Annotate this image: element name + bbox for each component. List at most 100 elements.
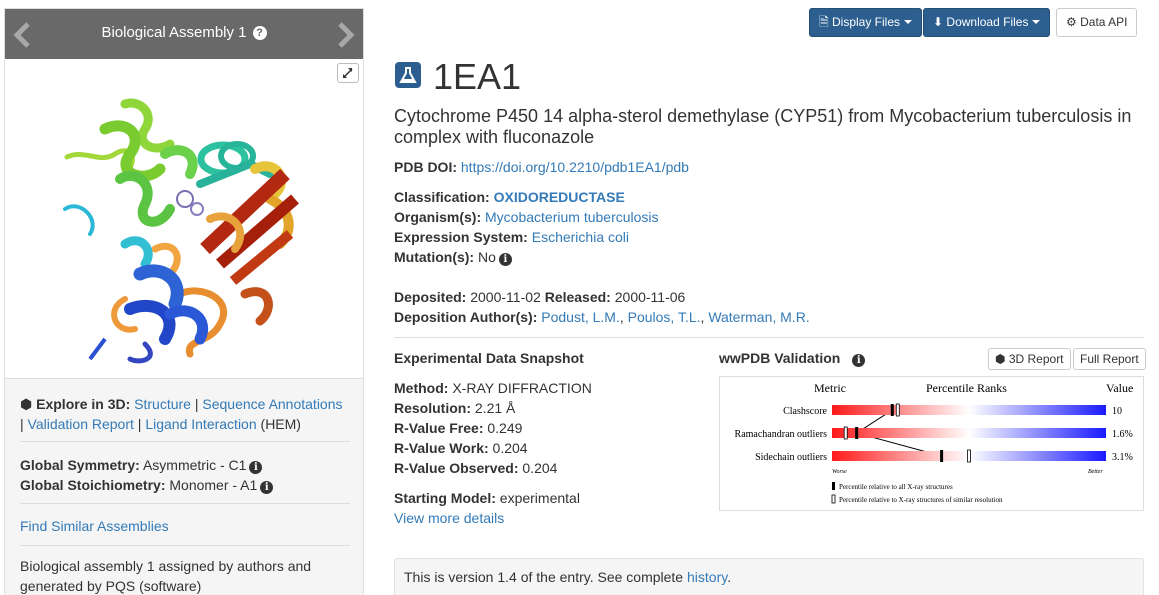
download-icon: ⬇ <box>933 15 944 29</box>
chevron-right-icon[interactable] <box>333 21 357 49</box>
validation-slider-graphic[interactable]: Metric Percentile Ranks Value Clashscore… <box>719 376 1144 511</box>
history-link[interactable]: history <box>687 569 727 585</box>
experimental-heading: Experimental Data Snapshot <box>394 350 584 366</box>
display-files-button[interactable]: 🗎 Display Files <box>809 8 923 37</box>
authors-label: Deposition Author(s): <box>394 309 538 325</box>
marker-similar-resolution <box>967 449 971 463</box>
starting-model-value: experimental <box>499 490 580 506</box>
col-metric-header: Metric <box>814 381 846 395</box>
organism-link[interactable]: Mycobacterium tuberculosis <box>485 209 659 225</box>
classification-link[interactable]: OXIDOREDUCTASE <box>494 189 625 205</box>
organism-row: Organism(s): Mycobacterium tuberculosis <box>394 208 659 226</box>
rfree-row: R-Value Free: 0.249 <box>394 419 522 437</box>
author-link[interactable]: Poulos, T.L. <box>628 309 701 325</box>
metric-value: 3.1% <box>1112 452 1133 463</box>
released-label: Released: <box>544 289 611 305</box>
ligand-suffix: (HEM) <box>260 416 301 432</box>
explore-in-3d: ⬢ Explore in 3D: Structure | Sequence An… <box>20 396 343 432</box>
explore-structure-link[interactable]: Structure <box>134 396 191 412</box>
rwork-row: R-Value Work: 0.204 <box>394 439 528 457</box>
author-link[interactable]: Waterman, M.R. <box>708 309 809 325</box>
left-panel: Biological Assembly 1? ⬢ Explore in 3D: … <box>4 8 364 595</box>
deposited-label: Deposited: <box>394 289 467 305</box>
carousel-title-text: Biological Assembly 1 <box>101 24 247 41</box>
structure-image[interactable] <box>5 59 363 379</box>
info-icon[interactable]: i <box>260 481 274 494</box>
symmetry-label: Global Symmetry <box>20 457 136 473</box>
entry-id: 1EA1 <box>433 56 522 97</box>
rwork-value: 0.204 <box>492 440 528 456</box>
dates-row: Deposited: 2000-11-02 Released: 2000-11-… <box>394 288 685 306</box>
marker-similar-resolution <box>843 426 848 440</box>
metric-name: Sidechain outliers <box>755 452 827 463</box>
version-history-notice: This is version 1.4 of the entry. See co… <box>394 558 1144 595</box>
symmetry-value: Asymmetric - C1 <box>142 457 247 473</box>
better-label: Better <box>1088 469 1103 475</box>
col-ranks-header: Percentile Ranks <box>926 381 1007 395</box>
percentile-bar <box>832 405 1106 415</box>
organism-label: Organism(s): <box>394 209 482 225</box>
view-more-row: View more details <box>394 509 504 527</box>
validation-chart: Metric Percentile Ranks Value Clashscore… <box>735 381 1134 504</box>
validation-heading: wwPDB Validation i <box>719 349 866 367</box>
author-link[interactable]: Podust, L.M. <box>541 309 620 325</box>
expression-link[interactable]: Escherichia coli <box>532 229 629 245</box>
history-text: This is version 1.4 of the entry. See co… <box>404 569 684 585</box>
entry-title: Cytochrome P450 14 alpha-sterol demethyl… <box>394 106 1132 147</box>
metric-name: Clashscore <box>783 406 827 417</box>
rfree-label: R-Value Free: <box>394 420 484 436</box>
file-icon: 🗎 <box>819 15 829 29</box>
global-symmetry-block: Global Symmetry: Asymmetric - C1 i Global… <box>20 455 350 495</box>
robs-row: R-Value Observed: 0.204 <box>394 459 557 477</box>
help-icon[interactable]: ? <box>252 26 267 40</box>
metric-value: 1.6% <box>1112 429 1133 440</box>
classification-row: Classification: OXIDOREDUCTASE <box>394 188 625 206</box>
find-similar-assemblies-link[interactable]: Find Similar Assemblies <box>20 518 169 534</box>
expression-row: Expression System: Escherichia coli <box>394 228 629 246</box>
explore-label: Explore in 3D <box>36 396 126 412</box>
download-files-button[interactable]: ⬇ Download Files <box>923 8 1051 37</box>
caret-down-icon <box>904 20 913 24</box>
full-report-button[interactable]: Full Report <box>1073 348 1146 370</box>
doi-link[interactable]: https://doi.org/10.2210/pdb1EA1/pdb <box>461 159 689 175</box>
metric-value: 10 <box>1112 406 1122 417</box>
info-icon[interactable]: i <box>249 461 263 474</box>
display-files-label: Display Files <box>832 15 901 29</box>
marker-similar-resolution <box>895 403 900 417</box>
assembly-carousel-header: Biological Assembly 1? <box>5 9 363 59</box>
mutation-label: Mutation(s): <box>394 249 475 265</box>
deposited-value: 2000-11-02 <box>470 289 541 305</box>
3d-report-button[interactable]: ⬢ 3D Report <box>988 348 1071 370</box>
explore-sequence-link[interactable]: Sequence Annotations <box>202 396 342 412</box>
marker-all-structures <box>855 427 859 439</box>
stoichiometry-label: Global Stoichiometry <box>20 477 161 493</box>
legend-all-text: Percentile relative to all X-ray structu… <box>839 483 953 491</box>
explore-validation-link[interactable]: Validation Report <box>28 416 134 432</box>
flask-icon <box>395 62 421 88</box>
divider <box>20 441 350 442</box>
resolution-row: Resolution: 2.21 Å <box>394 399 515 417</box>
info-icon[interactable]: i <box>852 354 866 367</box>
view-more-details-link[interactable]: View more details <box>394 510 504 526</box>
expand-icon[interactable] <box>337 63 359 83</box>
divider <box>20 545 350 546</box>
divider <box>20 503 350 504</box>
find-similar-block: Find Similar Assemblies <box>20 516 350 536</box>
expression-label: Expression System: <box>394 229 528 245</box>
data-api-button[interactable]: ⚙ Data API <box>1056 8 1138 37</box>
download-files-label: Download Files <box>946 15 1029 29</box>
section-divider <box>394 337 1144 338</box>
caret-down-icon <box>1032 20 1041 24</box>
robs-label: R-Value Observed: <box>394 460 519 476</box>
rwork-label: R-Value Work: <box>394 440 489 456</box>
authors-row: Deposition Author(s): Podust, L.M., Poul… <box>394 309 810 325</box>
percentile-bar <box>832 428 1106 438</box>
col-value-header: Value <box>1106 381 1133 395</box>
info-icon[interactable]: i <box>498 253 512 266</box>
legend-res-marker <box>831 494 836 504</box>
validation-heading-text: wwPDB Validation <box>719 350 841 366</box>
explore-ligand-link[interactable]: Ligand Interaction <box>145 416 256 432</box>
doi-row: PDB DOI: https://doi.org/10.2210/pdb1EA1… <box>394 158 689 176</box>
marker-all-structures <box>940 450 944 462</box>
starting-model-row: Starting Model: experimental <box>394 489 580 507</box>
